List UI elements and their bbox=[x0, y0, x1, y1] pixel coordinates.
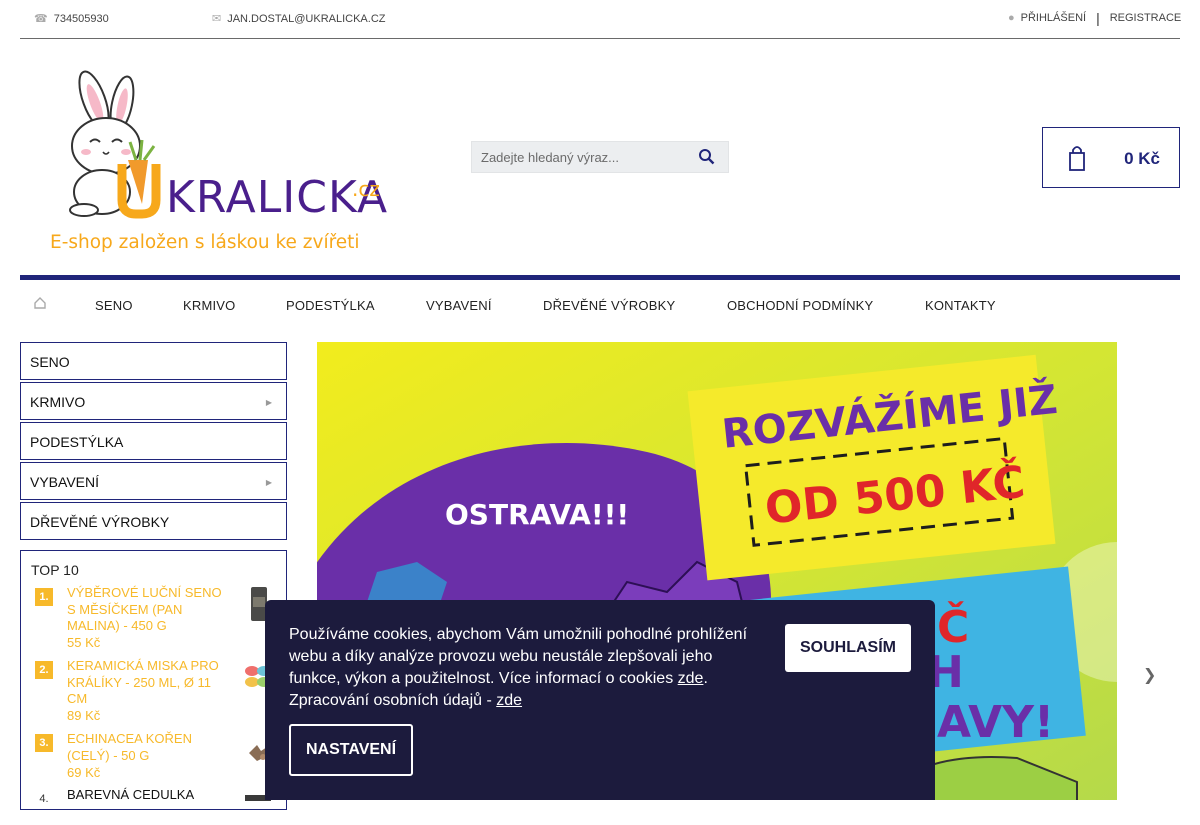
link-separator: | bbox=[1096, 9, 1100, 26]
slider-next-icon[interactable]: ❯ bbox=[1143, 665, 1156, 685]
sidebar-item-label: SENO bbox=[30, 354, 70, 370]
rank-badge: 3. bbox=[35, 734, 53, 752]
top10-title: TOP 10 bbox=[31, 562, 79, 578]
register-link[interactable]: REGISTRACE bbox=[1110, 12, 1182, 24]
sidebar-item-label: PODESTÝLKA bbox=[30, 434, 124, 450]
product-name[interactable]: VÝBĚROVÉ LUČNÍ SENO S MĚSÍČKEM (PAN MALI… bbox=[67, 585, 232, 635]
svg-text:AVY!: AVY! bbox=[937, 697, 1054, 748]
svg-text:Č: Č bbox=[937, 600, 969, 653]
phone-icon: ☎ bbox=[34, 13, 48, 25]
user-icon: ● bbox=[1008, 12, 1015, 24]
mail-icon: ✉ bbox=[212, 13, 222, 25]
sidebar-item-label: KRMIVO bbox=[30, 394, 86, 410]
sidebar-item-drevene-vyrobky[interactable]: DŘEVĚNÉ VÝROBKY bbox=[20, 502, 287, 540]
cookie-settings-button[interactable]: NASTAVENÍ bbox=[289, 724, 413, 776]
search-box bbox=[471, 141, 729, 173]
main-navigation: SENO KRMIVO PODESTÝLKA VYBAVENÍ DŘEVĚNÉ … bbox=[20, 280, 1180, 330]
search-icon[interactable] bbox=[698, 148, 716, 166]
nav-item-seno[interactable]: SENO bbox=[95, 298, 133, 313]
top10-item[interactable]: 1. VÝBĚROVÉ LUČNÍ SENO S MĚSÍČKEM (PAN M… bbox=[35, 585, 275, 651]
sidebar-item-krmivo[interactable]: KRMIVO ▶ bbox=[20, 382, 287, 420]
cookie-text: Používáme cookies, abychom Vám umožnili … bbox=[289, 626, 748, 709]
privacy-link[interactable]: zde bbox=[496, 692, 522, 709]
product-price: 55 Kč bbox=[67, 635, 101, 650]
top10-item[interactable]: 2. KERAMICKÁ MISKA PRO KRÁLÍKY - 250 ML,… bbox=[35, 658, 275, 724]
login-link[interactable]: PŘIHLÁŠENÍ bbox=[1021, 12, 1086, 24]
chevron-right-icon[interactable]: ▶ bbox=[266, 398, 272, 407]
nav-item-krmivo[interactable]: KRMIVO bbox=[183, 298, 235, 313]
sidebar-item-vybaveni[interactable]: VYBAVENÍ ▶ bbox=[20, 462, 287, 500]
search-input[interactable] bbox=[472, 149, 692, 165]
rank-badge: 2. bbox=[35, 661, 53, 679]
svg-text:.cz: .cz bbox=[352, 177, 380, 201]
chevron-right-icon[interactable]: ▶ bbox=[266, 478, 272, 487]
product-name[interactable]: KERAMICKÁ MISKA PRO KRÁLÍKY - 250 ML, Ø … bbox=[67, 658, 232, 708]
nav-item-drevene-vyrobky[interactable]: DŘEVĚNÉ VÝROBKY bbox=[543, 298, 675, 313]
cookie-agree-button[interactable]: SOUHLASÍM bbox=[785, 624, 911, 672]
product-price: 69 Kč bbox=[67, 765, 101, 780]
sidebar-categories: SENO KRMIVO ▶ PODESTÝLKA VYBAVENÍ ▶ DŘEV… bbox=[20, 342, 287, 542]
phone-number: 734505930 bbox=[53, 12, 109, 25]
nav-item-podestylka[interactable]: PODESTÝLKA bbox=[286, 298, 375, 313]
sidebar-item-podestylka[interactable]: PODESTÝLKA bbox=[20, 422, 287, 460]
product-name[interactable]: BAREVNÁ CEDULKA bbox=[67, 787, 232, 804]
sidebar-item-seno[interactable]: SENO bbox=[20, 342, 287, 380]
cookie-consent-bar: Používáme cookies, abychom Vám umožnili … bbox=[265, 600, 935, 800]
top10-box: TOP 10 1. VÝBĚROVÉ LUČNÍ SENO S MĚSÍČKEM… bbox=[20, 550, 287, 810]
site-logo[interactable]: KRALICKA .cz E-shop založen s láskou ke … bbox=[40, 68, 390, 254]
cookie-info-link[interactable]: zde bbox=[678, 670, 704, 687]
product-name[interactable]: ECHINACEA KOŘEN (CELÝ) - 50 G bbox=[67, 731, 232, 764]
sidebar-item-label: VYBAVENÍ bbox=[30, 474, 99, 490]
bunny-logo-image: KRALICKA .cz E-shop založen s láskou ke … bbox=[50, 70, 387, 253]
nav-item-vybaveni[interactable]: VYBAVENÍ bbox=[426, 298, 492, 313]
nav-item-obchodni-podminky[interactable]: OBCHODNÍ PODMÍNKY bbox=[727, 298, 873, 313]
phone-contact[interactable]: ☎ 734505930 bbox=[34, 12, 109, 26]
svg-text:E-shop založen s láskou ke zví: E-shop založen s láskou ke zvířeti bbox=[50, 232, 360, 253]
cart-button[interactable]: 0 Kč bbox=[1042, 127, 1180, 188]
sidebar-item-label: DŘEVĚNÉ VÝROBKY bbox=[30, 514, 170, 530]
banner-city: OSTRAVA!!! bbox=[445, 498, 629, 531]
shopping-bag-icon bbox=[1069, 146, 1085, 171]
product-price: 89 Kč bbox=[67, 708, 101, 723]
email-address: JAN.DOSTAL@UKRALICKA.CZ bbox=[227, 12, 386, 25]
cart-total: 0 Kč bbox=[1124, 149, 1160, 168]
top-bar: ☎ 734505930 ✉ JAN.DOSTAL@UKRALICKA.CZ ● … bbox=[20, 0, 1182, 39]
rank-badge: 4. bbox=[39, 793, 49, 805]
nav-item-kontakty[interactable]: KONTAKTY bbox=[925, 298, 996, 313]
rank-badge: 1. bbox=[35, 588, 53, 606]
home-icon[interactable] bbox=[34, 297, 46, 309]
top10-item[interactable]: 4. BAREVNÁ CEDULKA bbox=[35, 787, 275, 817]
email-contact[interactable]: ✉ JAN.DOSTAL@UKRALICKA.CZ bbox=[212, 12, 386, 26]
account-links: ● PŘIHLÁŠENÍ | REGISTRACE bbox=[1008, 9, 1182, 26]
